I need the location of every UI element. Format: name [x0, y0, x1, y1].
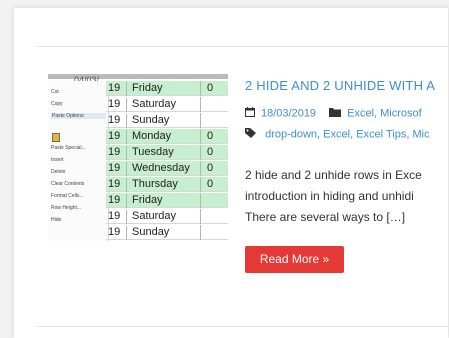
row-day: Sunday: [126, 114, 200, 128]
row-day: Friday: [126, 194, 200, 208]
read-more-button[interactable]: Read More »: [245, 246, 344, 273]
post-meta-date-category: 18/03/2019 Excel, Microsof: [245, 107, 422, 120]
row-separator: [200, 97, 201, 112]
row-value: 0: [207, 82, 214, 94]
excerpt-line: There are several ways to […]: [245, 210, 406, 224]
card-clip: 04/03/ Cut Copy Paste Options: Paste Specia…: [14, 8, 448, 338]
bottom-divider: [36, 326, 448, 327]
thumbnail-context-menu: Cut Copy Paste Options: Paste Special... Ins…: [48, 81, 109, 241]
excerpt-line: 2 hide and 2 unhide rows in Exce: [245, 168, 422, 182]
context-menu-item: Insert: [51, 157, 64, 163]
row-number: 19: [108, 226, 121, 238]
folder-icon: [329, 107, 342, 120]
context-menu-item: Paste Special...: [51, 145, 86, 151]
context-menu-item: Hide: [51, 217, 62, 223]
row-number: 19: [108, 98, 121, 110]
spreadsheet-row: 19 Thursday 0: [106, 177, 228, 192]
post-thumbnail[interactable]: 04/03/ Cut Copy Paste Options: Paste Specia…: [48, 74, 228, 241]
row-day: Wednesday: [126, 162, 200, 176]
row-day: Friday: [126, 82, 200, 96]
row-day: Monday: [126, 130, 200, 144]
row-number: 19: [108, 178, 121, 190]
row-value: 0: [207, 162, 214, 174]
context-menu-item: Format Cells...: [51, 193, 84, 199]
row-value: 0: [207, 178, 214, 190]
context-menu-item: Delete: [51, 169, 66, 175]
post-card: 04/03/ Cut Copy Paste Options: Paste Specia…: [14, 8, 448, 338]
paste-clipboard-icon: [52, 133, 60, 142]
post-excerpt: 2 hide and 2 unhide rows in Exce introduc…: [245, 165, 448, 228]
row-separator: [200, 161, 201, 176]
spreadsheet-row: 19 Wednesday 0: [106, 161, 228, 176]
row-value: 0: [207, 146, 214, 158]
post-title-link[interactable]: 2 HIDE AND 2 UNHIDE WITH A: [245, 78, 435, 93]
tag-link[interactable]: Excel Tips: [356, 128, 406, 140]
spreadsheet-row: 19 Monday 0: [106, 129, 228, 144]
tag-link[interactable]: Excel: [323, 128, 350, 140]
spreadsheet-row: 19 Saturday: [106, 209, 228, 224]
spreadsheet-row: 19 Friday 0: [106, 81, 228, 96]
spreadsheet-row: 19 Tuesday 0: [106, 145, 228, 160]
row-separator: [200, 113, 201, 128]
row-day: Saturday: [126, 98, 200, 112]
row-number: 19: [108, 82, 121, 94]
row-day: Thursday: [126, 178, 200, 192]
tag-link[interactable]: Mic: [412, 128, 429, 140]
row-separator: [200, 145, 201, 160]
spreadsheet-row: 19 Sunday: [106, 225, 228, 240]
excerpt-line: introduction in hiding and unhidi: [245, 189, 414, 203]
row-day: Saturday: [126, 210, 200, 224]
row-value: 0: [207, 130, 214, 142]
row-number: 19: [108, 114, 121, 126]
post-date-link[interactable]: 18/03/2019: [261, 107, 316, 119]
post-categories-link[interactable]: Excel, Microsof: [347, 107, 422, 119]
spreadsheet-row: 19 Sunday: [106, 113, 228, 128]
row-separator: [200, 209, 201, 224]
context-menu-item: Copy: [51, 101, 63, 107]
row-number: 19: [108, 162, 121, 174]
context-menu-item: Clear Contents: [51, 181, 85, 187]
row-separator: [200, 225, 201, 240]
tag-icon: [245, 128, 256, 141]
row-separator: [200, 193, 201, 208]
calendar-icon: [245, 107, 255, 120]
row-separator: [200, 81, 201, 96]
row-number: 19: [108, 146, 121, 158]
tag-link[interactable]: drop-down: [265, 128, 317, 140]
row-day: Tuesday: [126, 146, 200, 160]
spreadsheet-row: 19 Saturday: [106, 97, 228, 112]
context-menu-item: Paste Options:: [51, 113, 106, 119]
row-number: 19: [108, 130, 121, 142]
row-day: Sunday: [126, 226, 200, 240]
row-separator: [200, 129, 201, 144]
context-menu-item: Row Height...: [51, 205, 82, 211]
row-number: 19: [108, 210, 121, 222]
context-menu-item: Cut: [51, 89, 59, 95]
row-number: 19: [108, 194, 121, 206]
top-divider: [36, 46, 448, 47]
row-separator: [200, 177, 201, 192]
post-meta-tags: drop-down, Excel, Excel Tips, Mic: [245, 128, 430, 141]
spreadsheet-row: 19 Friday: [106, 193, 228, 208]
